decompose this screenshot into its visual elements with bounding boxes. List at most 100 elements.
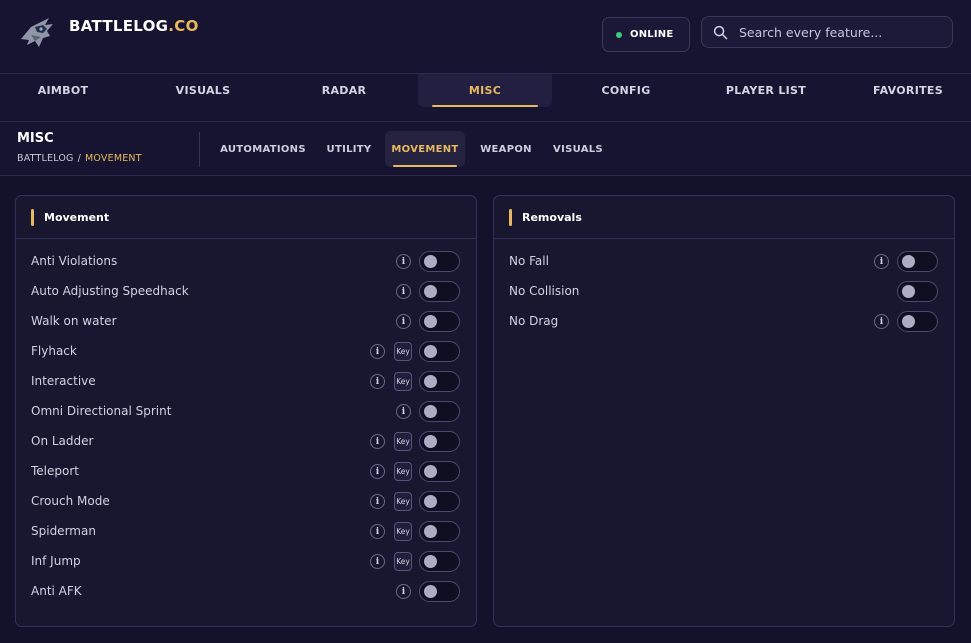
keybind-button[interactable]: Key [394, 552, 412, 571]
info-icon[interactable]: i [874, 254, 889, 269]
setting-label: Flyhack [31, 344, 77, 358]
toggle-knob [902, 285, 915, 298]
setting-row-spiderman: Spiderman i Key [16, 517, 476, 547]
toggle-knob [424, 435, 437, 448]
breadcrumb: BATTLELOG / MOVEMENT [17, 153, 142, 164]
setting-row-anti-violations: Anti Violations i [16, 247, 476, 277]
panel-title: Removals [522, 210, 582, 224]
info-icon[interactable]: i [370, 494, 385, 509]
keybind-button[interactable]: Key [394, 342, 412, 361]
toggle-knob [424, 465, 437, 478]
setting-label: Crouch Mode [31, 494, 110, 508]
toggle-knob [424, 285, 437, 298]
setting-row-no-collision: No Collision [494, 277, 954, 307]
keybind-button[interactable]: Key [394, 432, 412, 451]
breadcrumb-separator: / [77, 153, 82, 164]
keybind-button[interactable]: Key [394, 462, 412, 481]
section-header: MISC BATTLELOG / MOVEMENT AUTOMATIONS UTIL… [0, 122, 971, 176]
toggle-switch[interactable] [419, 281, 460, 302]
info-icon[interactable]: i [396, 584, 411, 599]
setting-label: Anti AFK [31, 584, 82, 598]
toggle-knob [424, 375, 437, 388]
info-icon[interactable]: i [396, 314, 411, 329]
info-icon[interactable]: i [396, 404, 411, 419]
tab-aimbot[interactable]: AIMBOT [0, 74, 130, 107]
accent-bar [509, 208, 512, 226]
toggle-knob [424, 495, 437, 508]
setting-label: No Collision [509, 284, 580, 298]
info-icon[interactable]: i [370, 464, 385, 479]
falcon-logo-icon[interactable] [17, 15, 57, 53]
setting-label: Anti Violations [31, 254, 118, 268]
brand-accent: .CO [168, 17, 199, 35]
search-input[interactable] [739, 24, 939, 40]
panel-header: Movement [16, 196, 476, 239]
brand-main: BATTLELOG [69, 17, 169, 35]
subtab-visuals[interactable]: VISUALS [549, 131, 607, 167]
toggle-switch[interactable] [419, 311, 460, 332]
tab-config[interactable]: CONFIG [559, 74, 693, 107]
info-icon[interactable]: i [874, 314, 889, 329]
tab-misc[interactable]: MISC [418, 74, 552, 107]
status-badge: ONLINE [602, 17, 690, 52]
toggle-switch[interactable] [419, 401, 460, 422]
movement-panel: Movement Anti Violations i Auto Adjusting … [15, 195, 477, 627]
breadcrumb-root[interactable]: BATTLELOG [17, 153, 74, 164]
tab-radar[interactable]: RADAR [277, 74, 411, 107]
keybind-button[interactable]: Key [394, 492, 412, 511]
toggle-switch[interactable] [897, 311, 938, 332]
tab-player-list[interactable]: PLAYER LIST [699, 74, 833, 107]
toggle-switch[interactable] [897, 251, 938, 272]
toggle-switch[interactable] [897, 281, 938, 302]
toggle-switch[interactable] [419, 431, 460, 452]
search-box[interactable] [701, 16, 953, 48]
toggle-switch[interactable] [419, 491, 460, 512]
setting-row-inf-jump: Inf Jump i Key [16, 547, 476, 577]
setting-label: Auto Adjusting Speedhack [31, 284, 189, 298]
info-icon[interactable]: i [370, 554, 385, 569]
info-icon[interactable]: i [370, 524, 385, 539]
toggle-switch[interactable] [419, 251, 460, 272]
setting-row-flyhack: Flyhack i Key [16, 337, 476, 367]
toggle-knob [424, 345, 437, 358]
setting-label: No Fall [509, 254, 549, 268]
keybind-button[interactable]: Key [394, 372, 412, 391]
toggle-switch[interactable] [419, 521, 460, 542]
info-icon[interactable]: i [370, 344, 385, 359]
info-icon[interactable]: i [396, 254, 411, 269]
accent-bar [31, 208, 34, 226]
toggle-knob [424, 525, 437, 538]
toggle-knob [424, 255, 437, 268]
subtab-utility[interactable]: UTILITY [322, 131, 376, 167]
setting-label: Teleport [31, 464, 79, 478]
toggle-switch[interactable] [419, 581, 460, 602]
info-icon[interactable]: i [370, 434, 385, 449]
removals-panel: Removals No Fall i No Collision No Drag i [493, 195, 955, 627]
setting-row-teleport: Teleport i Key [16, 457, 476, 487]
subtab-automations[interactable]: AUTOMATIONS [218, 131, 308, 167]
tab-favorites[interactable]: FAVORITES [841, 74, 971, 107]
setting-row-on-ladder: On Ladder i Key [16, 427, 476, 457]
toggle-knob [424, 585, 437, 598]
divider [199, 132, 200, 167]
setting-row-walk-on-water: Walk on water i [16, 307, 476, 337]
brand-name: BATTLELOG.CO [69, 17, 199, 35]
subtab-movement[interactable]: MOVEMENT [385, 131, 465, 167]
breadcrumb-current: MOVEMENT [85, 153, 142, 164]
info-icon[interactable]: i [370, 374, 385, 389]
setting-row-interactive: Interactive i Key [16, 367, 476, 397]
toggle-switch[interactable] [419, 371, 460, 392]
status-dot-icon [616, 31, 622, 38]
toggle-switch[interactable] [419, 461, 460, 482]
subtab-weapon[interactable]: WEAPON [475, 131, 537, 167]
keybind-button[interactable]: Key [394, 522, 412, 541]
toggle-switch[interactable] [419, 341, 460, 362]
tab-visuals[interactable]: VISUALS [136, 74, 270, 107]
info-icon[interactable]: i [396, 284, 411, 299]
panel-header: Removals [494, 196, 954, 239]
toggle-knob [424, 405, 437, 418]
toggle-switch[interactable] [419, 551, 460, 572]
setting-row-omni-directional-sprint: Omni Directional Sprint i [16, 397, 476, 427]
setting-label: Omni Directional Sprint [31, 404, 172, 418]
setting-label: Inf Jump [31, 554, 81, 568]
